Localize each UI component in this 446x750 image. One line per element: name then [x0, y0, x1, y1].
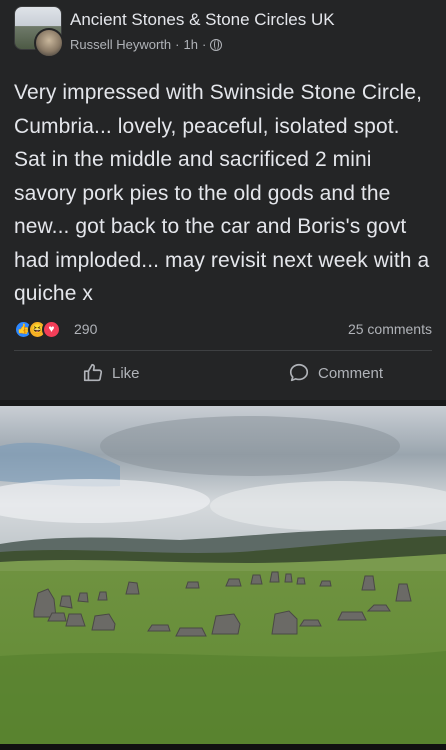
group-name-link[interactable]: Ancient Stones & Stone Circles UK [70, 10, 335, 30]
post-time-link[interactable]: 1h [184, 37, 198, 52]
bottom-strip [0, 744, 446, 750]
thumbs-up-icon [82, 362, 104, 384]
landscape-image [0, 406, 446, 744]
cloud [100, 416, 400, 476]
divider [14, 350, 432, 351]
reaction-count[interactable]: 290 [74, 321, 97, 337]
avatar-group[interactable] [14, 6, 66, 58]
meadow-shade [0, 651, 446, 744]
comment-button[interactable]: Comment [288, 362, 383, 384]
post-meta: Russell Heyworth · 1h · [70, 37, 223, 52]
post-header: Ancient Stones & Stone Circles UK Russel… [14, 6, 434, 58]
reactions-summary[interactable]: 👍 😆 ♥ [14, 320, 61, 339]
author-name-link[interactable]: Russell Heyworth [70, 37, 171, 52]
post-stats: 👍 😆 ♥ 290 25 comments [14, 318, 432, 342]
post-actions: Like Comment [0, 356, 446, 396]
facebook-post: Ancient Stones & Stone Circles UK Russel… [0, 0, 446, 400]
stone-circle-photo[interactable] [0, 406, 446, 744]
like-button[interactable]: Like [82, 362, 140, 384]
meta-separator: · [201, 37, 207, 52]
love-reaction-icon: ♥ [42, 320, 61, 339]
speech-bubble-icon [288, 362, 310, 384]
post-body-text: Very impressed with Swinside Stone Circl… [14, 81, 430, 305]
meta-separator: · [175, 37, 180, 52]
globe-icon [210, 38, 223, 51]
comment-label: Comment [318, 364, 384, 382]
comments-count-link[interactable]: 25 comments [348, 321, 432, 337]
user-avatar[interactable] [34, 28, 64, 58]
like-label: Like [112, 364, 140, 382]
